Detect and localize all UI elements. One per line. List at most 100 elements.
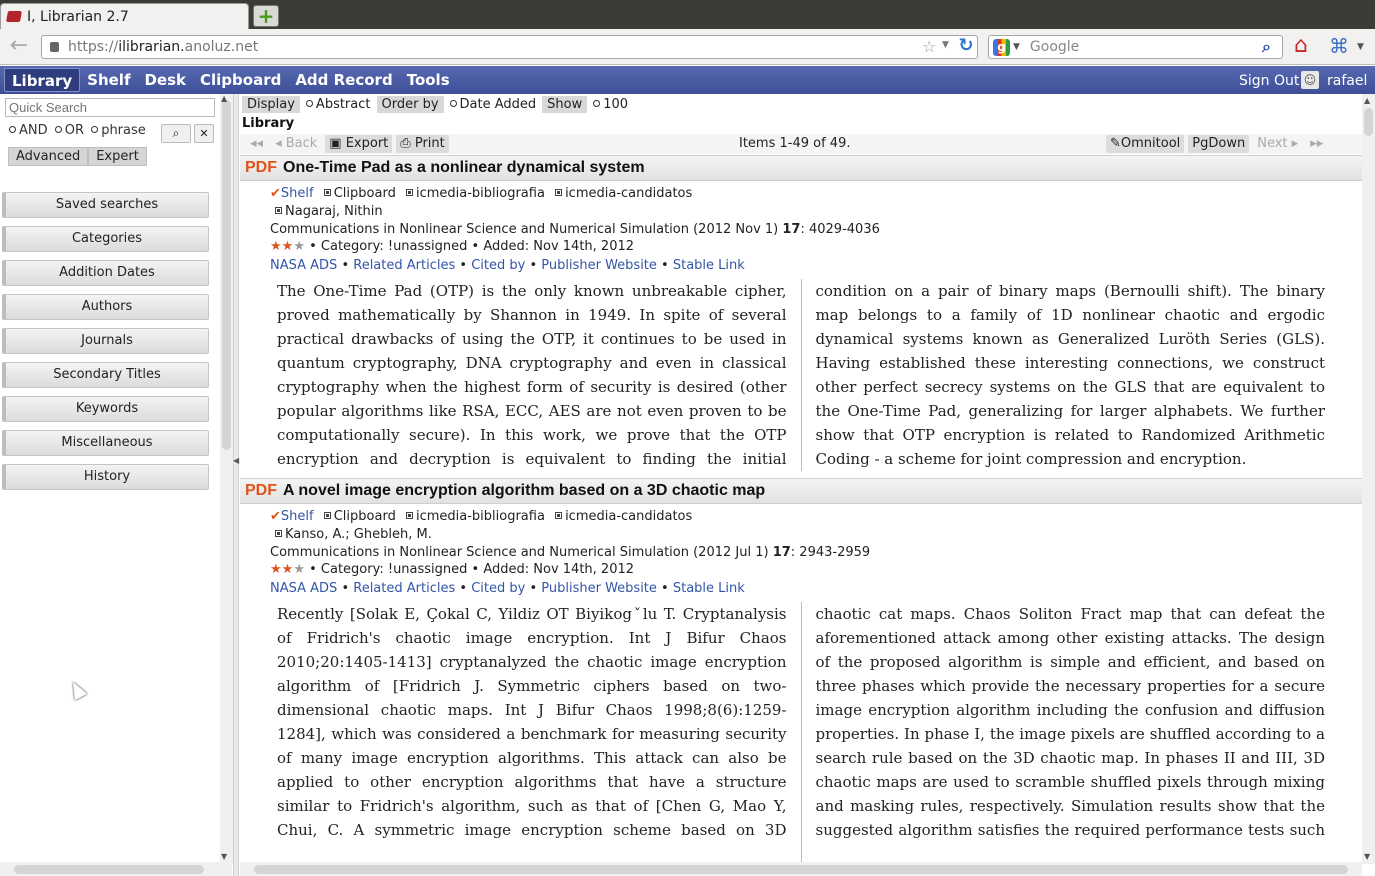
back-button[interactable]: ◂ Back: [271, 135, 321, 153]
browser-search-bar[interactable]: g ▼ Google: [988, 35, 1283, 59]
new-tab-button[interactable]: +: [253, 5, 279, 27]
shelf-link[interactable]: Shelf: [281, 186, 314, 201]
project-checkbox[interactable]: [405, 189, 413, 196]
url-bar[interactable]: https://ilibrarian. anoluz.net: [41, 35, 978, 59]
addition-dates-button[interactable]: Addition Dates: [2, 260, 209, 286]
categories-button[interactable]: Categories: [2, 226, 209, 252]
date-added-radio[interactable]: [449, 99, 457, 107]
publisher-website-link[interactable]: Publisher Website: [541, 258, 657, 273]
export-button[interactable]: ▣ Export: [325, 135, 393, 153]
scroll-up-icon[interactable]: ▲: [1364, 96, 1370, 105]
cited-by-link[interactable]: Cited by: [471, 258, 525, 273]
tab-advanced-search[interactable]: Advanced: [8, 147, 89, 166]
last-page-icon[interactable]: ▸▸: [1306, 135, 1327, 153]
radio-phrase[interactable]: [91, 126, 99, 133]
browser-tab[interactable]: I, Librarian 2.7: [0, 3, 249, 29]
nav-desk[interactable]: Desk: [137, 68, 193, 92]
main-hscroll-thumb[interactable]: [254, 865, 1348, 874]
search-submit-icon[interactable]: ⌕: [161, 124, 191, 143]
search-magnifier-icon[interactable]: ⌕: [1262, 37, 1282, 57]
project-label[interactable]: icmedia-candidatos: [565, 509, 692, 524]
related-articles-link[interactable]: Related Articles: [353, 581, 455, 596]
history-button[interactable]: History: [2, 464, 209, 490]
url-history-dropdown-icon[interactable]: ▼: [942, 40, 949, 50]
sign-out-link[interactable]: Sign Out: [1239, 73, 1299, 89]
tab-expert-search[interactable]: Expert: [88, 147, 147, 166]
pdf-link[interactable]: PDF: [245, 482, 277, 500]
clipboard-checkbox[interactable]: [323, 512, 331, 519]
project-label[interactable]: icmedia-bibliografia: [416, 509, 545, 524]
clipboard-label[interactable]: Clipboard: [334, 186, 396, 201]
nasa-ads-link[interactable]: NASA ADS: [270, 581, 337, 596]
scroll-down-icon[interactable]: ▼: [1364, 852, 1370, 861]
miscellaneous-button[interactable]: Miscellaneous: [2, 430, 209, 456]
authors-text[interactable]: Nagaraj, Nithin: [285, 204, 383, 219]
scroll-up-icon[interactable]: ▲: [221, 94, 227, 103]
shelf-link[interactable]: Shelf: [281, 509, 314, 524]
sidebar-scroll-thumb[interactable]: [222, 100, 231, 450]
bookmark-star-icon[interactable]: ☆: [922, 37, 936, 56]
nav-tools[interactable]: Tools: [400, 68, 457, 92]
star-icon[interactable]: ★: [270, 239, 282, 254]
nav-add-record[interactable]: Add Record: [288, 68, 399, 92]
abstract-radio[interactable]: [305, 99, 313, 107]
radio-and[interactable]: [9, 126, 16, 133]
star-icon[interactable]: ★: [270, 562, 282, 577]
nasa-ads-link[interactable]: NASA ADS: [270, 258, 337, 273]
star-icon[interactable]: ★: [282, 562, 294, 577]
pdf-link[interactable]: PDF: [245, 159, 277, 177]
home-icon[interactable]: ⌂: [1294, 35, 1318, 59]
stable-link[interactable]: Stable Link: [673, 258, 745, 273]
show-count-option[interactable]: 100: [587, 96, 634, 113]
scroll-down-icon[interactable]: ▼: [221, 852, 227, 861]
main-scroll-thumb[interactable]: [1364, 108, 1373, 136]
nav-library[interactable]: Library: [4, 68, 81, 92]
collapse-sidebar-icon[interactable]: ◀: [233, 456, 239, 465]
publisher-website-link[interactable]: Publisher Website: [541, 581, 657, 596]
keywords-button[interactable]: Keywords: [2, 396, 209, 422]
saved-searches-button[interactable]: Saved searches: [2, 192, 209, 218]
print-button[interactable]: ⎙ Print: [396, 135, 449, 153]
expand-authors-icon[interactable]: [275, 207, 282, 214]
journals-button[interactable]: Journals: [2, 328, 209, 354]
star-empty-icon[interactable]: ★: [293, 562, 305, 577]
star-icon[interactable]: ★: [282, 239, 294, 254]
authors-text[interactable]: Kanso, A.; Ghebleh, M.: [285, 527, 432, 542]
record-title[interactable]: One-Time Pad as a nonlinear dynamical sy…: [283, 159, 645, 177]
nav-shelf[interactable]: Shelf: [80, 68, 137, 92]
project-checkbox[interactable]: [555, 189, 563, 196]
omnitool-button[interactable]: ✎Omnitool: [1106, 135, 1185, 153]
first-page-icon[interactable]: ◂◂: [246, 135, 267, 153]
project-label[interactable]: icmedia-bibliografia: [416, 186, 545, 201]
star-empty-icon[interactable]: ★: [293, 239, 305, 254]
project-label[interactable]: icmedia-candidatos: [565, 186, 692, 201]
back-arrow-icon[interactable]: ←: [5, 35, 33, 59]
clear-search-trash-icon[interactable]: ✕: [194, 124, 214, 143]
radio-or[interactable]: [54, 126, 62, 133]
stable-link[interactable]: Stable Link: [673, 581, 745, 596]
panel-divider[interactable]: [233, 94, 239, 876]
reload-icon[interactable]: ↻: [956, 36, 976, 56]
quick-search-input[interactable]: [5, 98, 215, 117]
clipboard-label[interactable]: Clipboard: [334, 509, 396, 524]
main-scrollbar[interactable]: [1362, 94, 1375, 864]
addon-dropdown-icon[interactable]: ▼: [1357, 42, 1364, 52]
expand-authors-icon[interactable]: [275, 530, 282, 537]
next-button[interactable]: Next ▸: [1253, 135, 1302, 153]
record-title[interactable]: A novel image encryption algorithm based…: [283, 482, 765, 500]
related-articles-link[interactable]: Related Articles: [353, 258, 455, 273]
clipboard-checkbox[interactable]: [323, 189, 331, 196]
pgdown-button[interactable]: PgDown: [1188, 135, 1250, 153]
sidebar-hscroll-thumb[interactable]: [14, 865, 204, 874]
show-count-radio[interactable]: [593, 99, 601, 107]
date-added-option[interactable]: Date Added: [444, 96, 543, 113]
secondary-titles-button[interactable]: Secondary Titles: [2, 362, 209, 388]
abstract-option[interactable]: Abstract: [300, 96, 377, 113]
project-checkbox[interactable]: [555, 512, 563, 519]
nav-clipboard[interactable]: Clipboard: [193, 68, 288, 92]
cited-by-link[interactable]: Cited by: [471, 581, 525, 596]
authors-button[interactable]: Authors: [2, 294, 209, 320]
username-label[interactable]: rafael: [1327, 73, 1367, 89]
addon-network-icon[interactable]: ⌘: [1329, 35, 1359, 59]
project-checkbox[interactable]: [405, 512, 413, 519]
